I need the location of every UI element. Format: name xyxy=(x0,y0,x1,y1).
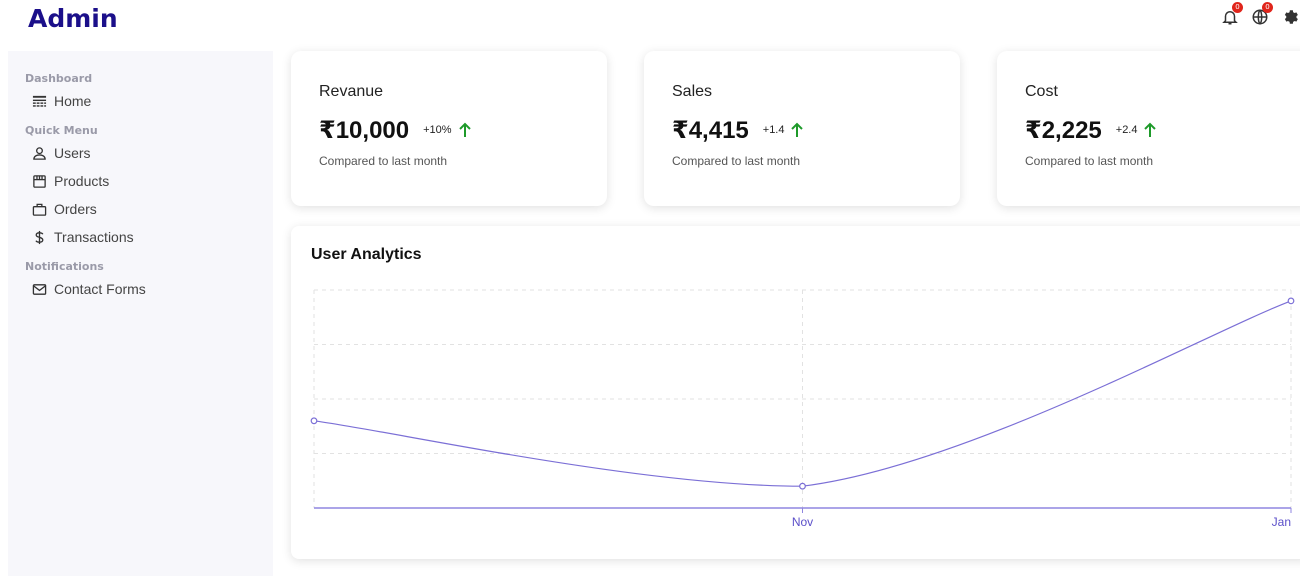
sidebar-item-products[interactable]: Products xyxy=(25,167,273,195)
briefcase-icon xyxy=(31,201,47,217)
gear-icon xyxy=(1284,10,1298,24)
store-icon xyxy=(31,173,47,189)
sidebar-item-label: Users xyxy=(54,145,91,161)
dollar-icon xyxy=(31,229,47,245)
user-analytics-chart[interactable]: Nov Jan xyxy=(291,226,1300,559)
card-title: Cost xyxy=(1025,83,1058,100)
sidebar-item-label: Orders xyxy=(54,201,97,217)
data-point xyxy=(310,417,318,425)
x-tick-label: Jan xyxy=(1272,515,1291,529)
card-subtitle: Compared to last month xyxy=(672,154,801,168)
revenue-card[interactable]: Revanue ₹10,000 +10% Compared to last mo… xyxy=(291,51,607,206)
cost-card[interactable]: Cost ₹2,225 +2.4 Compared to last month xyxy=(997,51,1300,206)
sidebar-item-users[interactable]: Users xyxy=(25,139,273,167)
sidebar-item-label: Home xyxy=(54,93,92,109)
admin-logo[interactable]: Admin xyxy=(28,4,118,33)
sidebar-section-dashboard: Dashboard xyxy=(25,72,93,85)
card-subtitle: Compared to last month xyxy=(1025,154,1154,168)
user-analytics-card: User Analytics Nov Jan xyxy=(291,226,1300,559)
notifications-badge: 0 xyxy=(1232,2,1243,13)
data-point xyxy=(1287,297,1295,305)
notifications-button[interactable]: 0 xyxy=(1220,2,1243,27)
sales-card[interactable]: Sales ₹4,415 +1.4 Compared to last month xyxy=(644,51,960,206)
sidebar-item-contact-forms[interactable]: Contact Forms xyxy=(25,275,273,303)
sidebar-item-orders[interactable]: Orders xyxy=(25,195,273,223)
sidebar-item-home[interactable]: Home xyxy=(25,87,273,115)
sidebar-item-label: Products xyxy=(54,173,110,189)
user-icon xyxy=(31,145,47,161)
card-change: +2.4 xyxy=(1115,124,1138,136)
language-badge: 0 xyxy=(1262,2,1273,13)
top-bar: Admin 0 0 xyxy=(0,0,1300,40)
language-button[interactable]: 0 xyxy=(1250,2,1273,27)
card-value: ₹2,225 xyxy=(1025,116,1102,144)
settings-button[interactable] xyxy=(1280,7,1300,27)
x-tick-label: Nov xyxy=(792,515,813,529)
sidebar-section-notifications: Notifications xyxy=(25,260,104,273)
card-change: +1.4 xyxy=(762,124,785,136)
data-point xyxy=(799,482,806,490)
arrow-up-icon xyxy=(458,122,471,137)
card-title: Revanue xyxy=(319,83,384,100)
mail-icon xyxy=(31,281,47,297)
card-title: Sales xyxy=(672,83,713,100)
sidebar-section-quick-menu: Quick Menu xyxy=(25,124,98,137)
home-icon xyxy=(31,93,47,109)
card-value: ₹10,000 xyxy=(319,116,410,144)
arrow-up-icon xyxy=(791,122,804,137)
card-subtitle: Compared to last month xyxy=(319,154,448,168)
arrow-up-icon xyxy=(1144,122,1157,137)
top-icons: 0 0 xyxy=(1210,2,1300,32)
card-change: +10% xyxy=(423,124,452,136)
sidebar: Dashboard Home Quick Menu Users Products… xyxy=(8,51,273,576)
sidebar-item-label: Contact Forms xyxy=(54,281,146,297)
sidebar-item-transactions[interactable]: Transactions xyxy=(25,223,273,251)
card-value: ₹4,415 xyxy=(672,116,749,144)
sidebar-item-label: Transactions xyxy=(54,229,134,245)
